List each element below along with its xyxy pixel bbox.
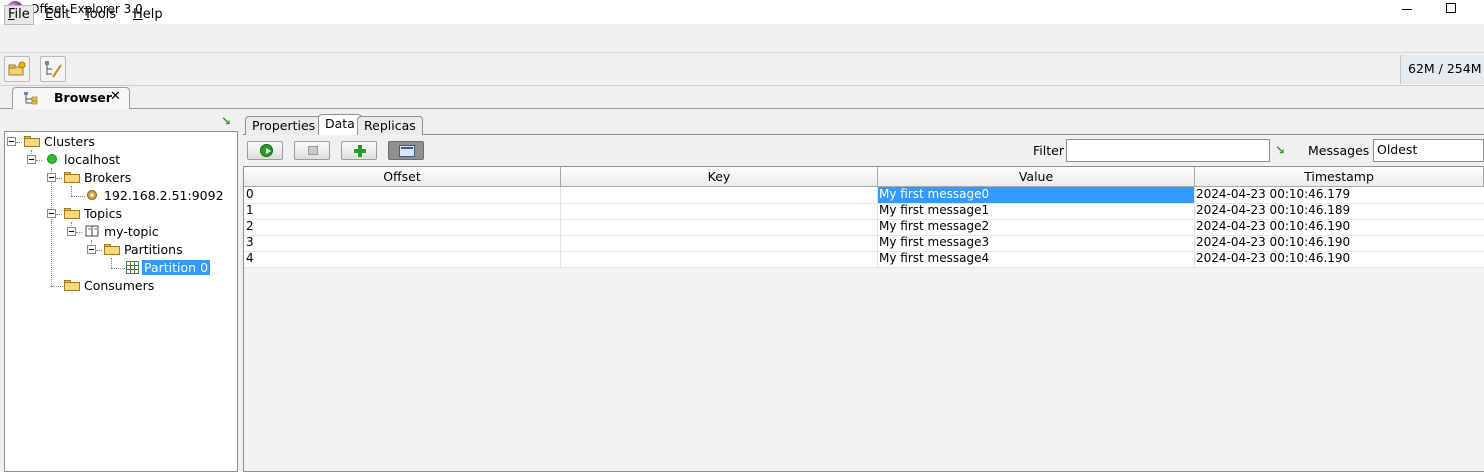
filter-label: Filter	[1033, 143, 1064, 158]
tree-line	[51, 168, 52, 286]
play-icon	[260, 144, 273, 157]
menu-file[interactable]: File	[4, 5, 34, 25]
tab-close-icon[interactable]: ✕	[110, 89, 121, 104]
tree-node-brokers[interactable]: Brokers	[84, 170, 131, 185]
cell-timestamp[interactable]: 2024-04-23 00:10:46.189	[1196, 203, 1482, 219]
tree-node-consumers[interactable]: Consumers	[84, 278, 154, 293]
tab-strip	[0, 86, 1484, 109]
menu-bar	[0, 24, 1484, 52]
tree-line	[71, 186, 72, 196]
tree-node-topics[interactable]: Topics	[84, 206, 122, 221]
row-divider	[244, 267, 1484, 268]
maximize-icon[interactable]	[1446, 3, 1456, 13]
cell-offset[interactable]: 1	[246, 203, 558, 219]
column-header-timestamp[interactable]: Timestamp	[1195, 167, 1484, 187]
apply-filter-icon[interactable]: ↘	[1275, 143, 1285, 157]
folder-open-icon	[104, 244, 120, 255]
tree-node-clusters[interactable]: Clusters	[44, 134, 95, 149]
stop-button[interactable]	[294, 141, 330, 160]
tree-node-partitions[interactable]: Partitions	[124, 242, 183, 257]
tree-line	[111, 268, 125, 269]
tree-node-partition-selected[interactable]: Partition 0	[142, 260, 211, 275]
topic-book-icon	[85, 225, 100, 237]
tab-browser-label: Browser	[54, 90, 112, 105]
tree-line	[16, 142, 22, 143]
tree-line	[111, 258, 112, 268]
toolbar-divider	[0, 52, 1484, 53]
cell-value[interactable]: My first message1	[879, 203, 1191, 219]
partition-grid-icon	[126, 261, 139, 274]
column-header-key[interactable]: Key	[561, 167, 878, 187]
cell-timestamp[interactable]: 2024-04-23 00:10:46.190	[1196, 219, 1482, 235]
tree-edit-icon	[45, 61, 62, 78]
memory-usage-text: 62M / 254M	[1408, 61, 1482, 76]
folder-open-icon	[64, 172, 80, 183]
menu-edit[interactable]: Edit	[41, 5, 74, 25]
cell-offset[interactable]: 2	[246, 219, 558, 235]
tree-line	[71, 196, 85, 197]
menu-tools[interactable]: Tools	[80, 5, 120, 25]
folder-icon	[64, 280, 80, 291]
browser-tree-icon	[23, 91, 39, 108]
tab-strip-line	[0, 108, 1484, 109]
cell-value-selected[interactable]: My first message0	[878, 187, 1194, 203]
window-view-icon	[399, 145, 415, 157]
add-cluster-button[interactable]	[4, 56, 30, 82]
cell-offset[interactable]: 4	[246, 251, 558, 267]
cell-key[interactable]	[563, 203, 875, 219]
start-button[interactable]	[247, 141, 283, 160]
folder-open-icon	[24, 136, 40, 147]
collapse-toggle-icon[interactable]	[47, 209, 56, 218]
add-cluster-icon	[8, 61, 26, 76]
view-toggle-button[interactable]	[388, 141, 424, 160]
minimize-icon[interactable]	[1402, 9, 1412, 10]
tree-line	[56, 178, 62, 179]
cell-offset[interactable]: 0	[246, 187, 558, 203]
cell-key[interactable]	[563, 219, 875, 235]
collapse-toggle-icon[interactable]	[87, 245, 96, 254]
filter-input[interactable]	[1066, 139, 1270, 162]
cell-timestamp[interactable]: 2024-04-23 00:10:46.190	[1196, 235, 1482, 251]
collapse-toggle-icon[interactable]	[67, 227, 76, 236]
column-header-offset[interactable]: Offset	[244, 167, 561, 187]
edit-tree-button[interactable]	[40, 56, 66, 82]
tree-node-broker[interactable]: 192.168.2.51:9092	[104, 188, 224, 203]
cell-key[interactable]	[563, 251, 875, 267]
collapse-toggle-icon[interactable]	[7, 137, 16, 146]
tree-line	[56, 214, 62, 215]
cell-value[interactable]: My first message2	[879, 219, 1191, 235]
messages-order-select[interactable]: Oldest	[1373, 139, 1484, 162]
messages-label: Messages	[1308, 143, 1370, 158]
cell-value[interactable]: My first message3	[879, 235, 1191, 251]
column-header-value[interactable]: Value	[878, 167, 1195, 187]
add-message-button[interactable]	[341, 141, 377, 160]
tab-properties[interactable]: Properties	[245, 116, 323, 135]
subtab-line	[243, 134, 1484, 135]
tree-line	[76, 232, 82, 233]
cell-timestamp[interactable]: 2024-04-23 00:10:46.190	[1196, 251, 1482, 267]
tree-node-topic[interactable]: my-topic	[104, 224, 159, 239]
tree-node-localhost[interactable]: localhost	[64, 152, 120, 167]
tree-line	[96, 250, 102, 251]
stop-icon	[308, 146, 318, 155]
cell-value[interactable]: My first message4	[879, 251, 1191, 267]
tab-data[interactable]: Data	[318, 114, 362, 135]
tree-line	[36, 160, 42, 161]
refresh-tree-icon[interactable]: ↘	[221, 114, 231, 128]
tree-line	[51, 286, 63, 287]
connected-status-icon	[47, 154, 57, 164]
collapse-toggle-icon[interactable]	[27, 155, 36, 164]
cell-key[interactable]	[563, 187, 875, 203]
cell-offset[interactable]: 3	[246, 235, 558, 251]
title-bar	[0, 0, 1484, 24]
cell-key[interactable]	[563, 235, 875, 251]
folder-open-icon	[64, 208, 80, 219]
cell-timestamp[interactable]: 2024-04-23 00:10:46.179	[1196, 187, 1482, 203]
menu-help[interactable]: Help	[129, 5, 167, 25]
tab-replicas[interactable]: Replicas	[357, 116, 423, 135]
broker-gear-icon	[86, 189, 98, 201]
collapse-toggle-icon[interactable]	[47, 173, 56, 182]
plus-icon-bar	[354, 149, 366, 153]
